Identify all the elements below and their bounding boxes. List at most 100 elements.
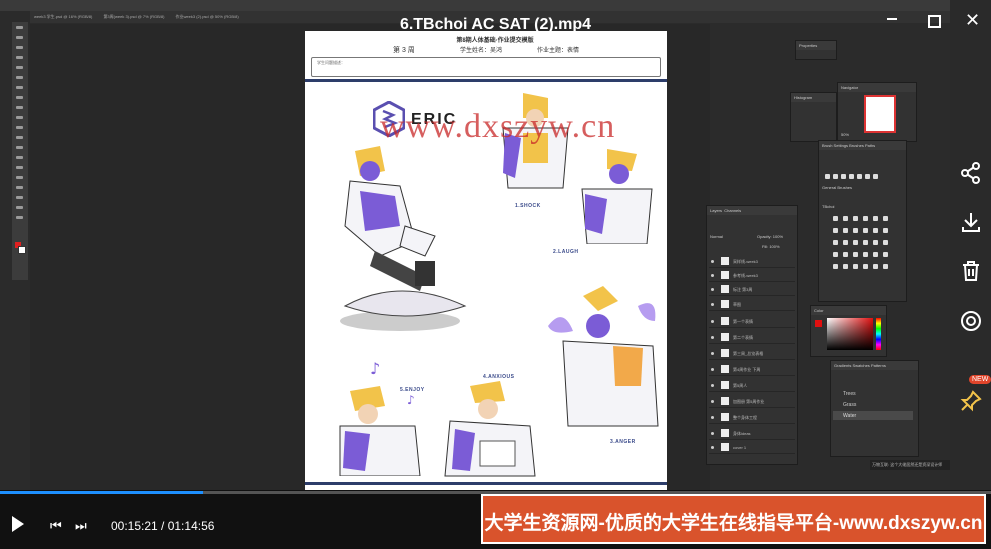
brush-preset[interactable] [833,174,838,179]
download-icon[interactable] [950,211,991,239]
layer-row[interactable]: cover 1 [709,442,795,454]
brush-preset[interactable] [843,216,848,221]
histogram-panel[interactable]: Histogram [790,92,837,142]
gradient-tool-icon[interactable] [16,136,23,139]
pattern-folder-water[interactable]: Water [843,413,856,419]
layer-row[interactable]: 标注 第3周 [709,284,795,296]
share-icon[interactable] [950,162,991,190]
shape-tool-icon[interactable] [16,196,23,199]
background-color-swatch[interactable] [18,246,26,254]
general-brushes-folder[interactable]: General Brushes [822,185,852,190]
navigator-preview[interactable] [864,95,896,133]
ad-banner[interactable]: 大学生资源网-优质的大学生在线指导平台-www.dxszyw.cn [481,494,986,544]
brush-preset[interactable] [873,264,878,269]
next-icon[interactable]: ⏭ [75,518,87,534]
tab-channels[interactable]: Channels [724,208,741,213]
visibility-eye-icon[interactable] [711,320,714,323]
brush-preset[interactable] [833,252,838,257]
navigator-panel[interactable]: Navigator 50% [837,82,917,142]
brush-preset[interactable] [843,240,848,245]
visibility-eye-icon[interactable] [711,260,714,263]
visibility-eye-icon[interactable] [711,288,714,291]
brush-preset[interactable] [863,264,868,269]
brush-preset[interactable] [853,216,858,221]
loop-icon[interactable] [950,310,991,338]
layer-row[interactable]: 第5周人 [709,380,795,392]
brush-preset[interactable] [841,174,846,179]
brush-preset[interactable] [843,228,848,233]
zoom-tool-icon[interactable] [16,216,23,219]
pattern-folder-grass[interactable]: Grass [843,402,856,408]
close-icon[interactable]: ✕ [965,10,980,31]
brush-preset[interactable] [833,216,838,221]
layer-row[interactable]: 整个身体工程 [709,412,795,424]
layer-row[interactable]: 采样线-week3 [709,256,795,268]
brush-preset[interactable] [873,174,878,179]
type-tool-icon[interactable] [16,176,23,179]
brush-preset[interactable] [863,228,868,233]
marquee-tool-icon[interactable] [16,36,23,39]
layer-row[interactable]: 第一个表情 [709,316,795,328]
blur-tool-icon[interactable] [16,146,23,149]
path-select-icon[interactable] [16,186,23,189]
visibility-eye-icon[interactable] [711,416,714,419]
visibility-eye-icon[interactable] [711,352,714,355]
play-icon[interactable] [12,516,24,532]
brush-preset[interactable] [863,252,868,257]
crop-tool-icon[interactable] [16,56,23,59]
frame-tool-icon[interactable] [16,66,23,69]
tab-layers[interactable]: Layers [710,208,722,213]
brush-preset[interactable] [863,240,868,245]
opacity-field[interactable]: Opacity: 100% [757,234,783,239]
visibility-eye-icon[interactable] [711,368,714,371]
brush-preset[interactable] [873,216,878,221]
brush-preset[interactable] [843,252,848,257]
navigator-zoom[interactable]: 50% [841,132,849,137]
stamp-tool-icon[interactable] [16,106,23,109]
brush-preset[interactable] [873,240,878,245]
brush-preset[interactable] [883,252,888,257]
visibility-eye-icon[interactable] [711,384,714,387]
history-brush-icon[interactable] [16,116,23,119]
foreground-swatch[interactable] [815,320,822,327]
brushes-panel[interactable]: Brush Settings Brushes Paths General Bru… [818,140,907,302]
brush-preset[interactable] [863,216,868,221]
layer-row[interactable]: 参考线-week3 [709,270,795,282]
layers-panel[interactable]: Layers Channels Normal Opacity: 100% Fil… [706,205,798,465]
visibility-eye-icon[interactable] [711,336,714,339]
brush-preset[interactable] [857,174,862,179]
brush-preset[interactable] [853,240,858,245]
color-panel[interactable]: Color [810,305,887,357]
visibility-eye-icon[interactable] [711,400,714,403]
blend-mode-select[interactable]: Normal [710,234,723,239]
notification-toast[interactable]: 万物互联: 这个大佬居然还是资深设计师 [870,460,952,470]
hand-tool-icon[interactable] [16,206,23,209]
brush-preset[interactable] [873,252,878,257]
healing-tool-icon[interactable] [16,86,23,89]
brush-preset[interactable] [853,264,858,269]
color-picker-field[interactable] [827,318,873,350]
brush-preset[interactable] [825,174,830,179]
pattern-folder-trees[interactable]: Trees [843,391,856,397]
layer-row[interactable]: 第二个表情 [709,332,795,344]
layer-row[interactable]: 草图 [709,299,795,311]
delete-icon[interactable] [950,260,991,288]
tbchoi-folder[interactable]: TBchoi [822,204,834,209]
tab-swatches[interactable]: Swatches [852,363,869,368]
layer-row[interactable]: 身体ideas [709,428,795,440]
lasso-tool-icon[interactable] [16,46,23,49]
eyedropper-tool-icon[interactable] [16,76,23,79]
fill-field[interactable]: Fill: 100% [762,244,780,249]
patterns-panel[interactable]: Gradients Swatches Patterns Trees Grass … [830,360,919,457]
brush-preset[interactable] [883,216,888,221]
pin-icon[interactable] [950,390,991,418]
layer-row[interactable]: 加图册 第5周作业 [709,396,795,408]
tab-gradients[interactable]: Gradients [834,363,851,368]
layer-row[interactable]: 第三周_总览表格 [709,348,795,360]
brush-tool-icon[interactable] [16,96,23,99]
dodge-tool-icon[interactable] [16,156,23,159]
brush-preset[interactable] [833,228,838,233]
brush-preset[interactable] [853,228,858,233]
maximize-icon[interactable] [928,15,941,28]
pen-tool-icon[interactable] [16,166,23,169]
